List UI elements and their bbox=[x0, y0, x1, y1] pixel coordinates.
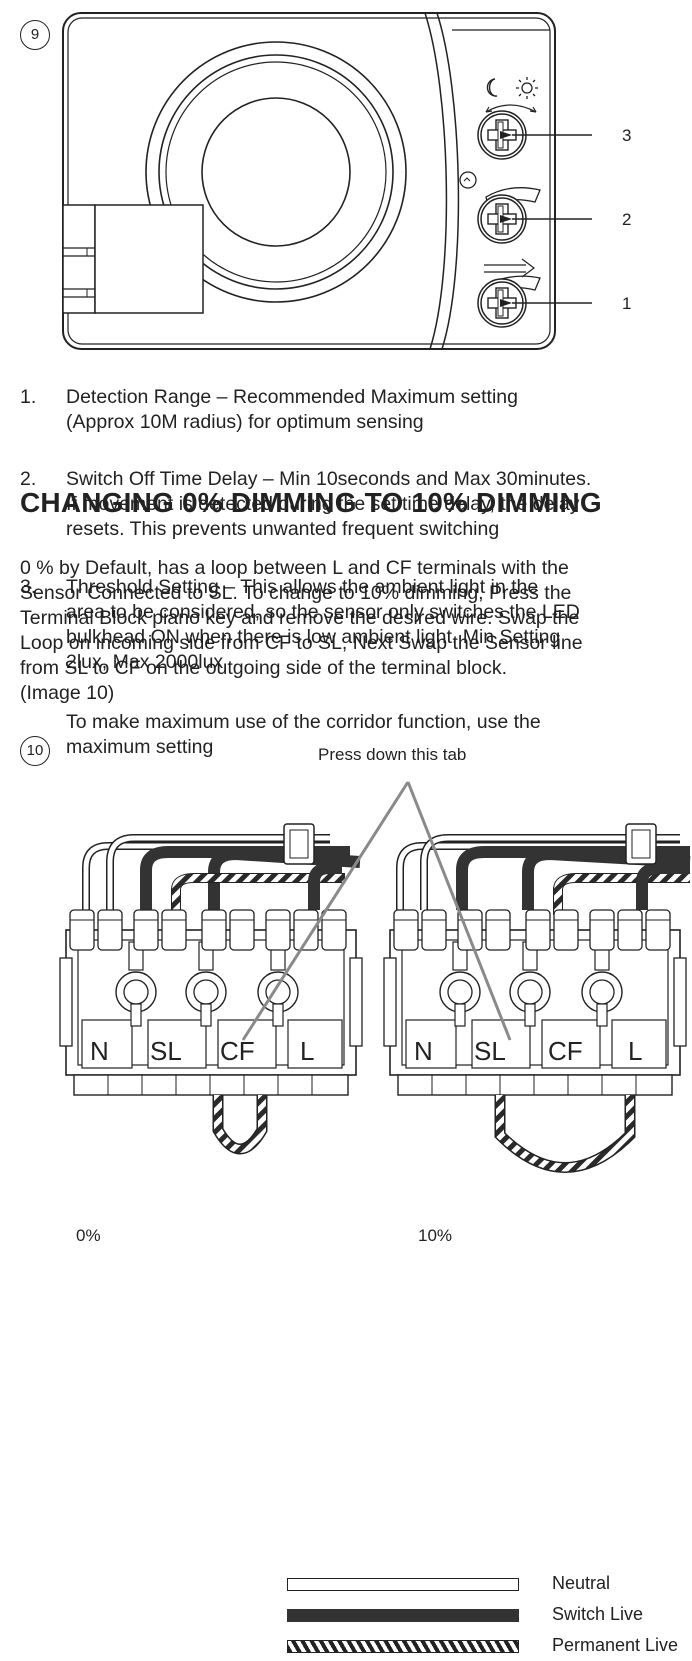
paragraph-line: Sensor Connected to SL. To change to 10%… bbox=[20, 582, 572, 604]
terminal-label-cf: CF bbox=[548, 1036, 583, 1066]
section-heading: CHANGING 0% DIMMING TO 10% DIMMING bbox=[20, 487, 602, 518]
terminal-label-sl: SL bbox=[474, 1036, 506, 1066]
terminal-label-n: N bbox=[90, 1036, 109, 1066]
terminal-block-10-percent bbox=[384, 910, 686, 1095]
list-item-line: resets. This prevents unwanted frequent … bbox=[66, 518, 500, 540]
legend-label-neutral: Neutral bbox=[552, 1573, 611, 1593]
paragraph-line: from SL to CF on the outgoing side of th… bbox=[20, 657, 508, 679]
terminal-label-n: N bbox=[414, 1036, 433, 1066]
paragraph-line: (Image 10) bbox=[20, 682, 115, 704]
paragraph-line: Loop on incoming side from CF to SL, Nex… bbox=[20, 632, 583, 654]
list-item-line: (Approx 10M radius) for optimum sensing bbox=[66, 411, 424, 433]
terminal-label-l: L bbox=[300, 1036, 314, 1066]
caption-0-percent: 0% bbox=[76, 1226, 101, 1245]
wiring-0-percent bbox=[82, 823, 361, 915]
loop-0-percent bbox=[212, 1095, 268, 1155]
paragraph-line: Terminal Block piano key and remove the … bbox=[20, 607, 580, 629]
sensor-diagram: 3 2 1 bbox=[62, 12, 631, 350]
note-line: To make maximum use of the corridor func… bbox=[66, 711, 541, 733]
terminal-block-diagram: N SL CF L N SL CF L bbox=[0, 781, 691, 1173]
list-item-number: 1. bbox=[20, 386, 37, 408]
dimming-paragraph: 0 % by Default, has a loop between L and… bbox=[20, 556, 692, 706]
terminal-label-l: L bbox=[628, 1036, 642, 1066]
list-item-line: Detection Range – Recommended Maximum se… bbox=[66, 386, 518, 408]
neutral-swatch bbox=[287, 1578, 519, 1591]
callout-3: 3 bbox=[622, 126, 631, 145]
terminal-label-cf: CF bbox=[220, 1036, 255, 1066]
callout-2: 2 bbox=[622, 210, 631, 229]
terminal-label-sl: SL bbox=[150, 1036, 182, 1066]
legend-label-permanent-live: Permanent Live bbox=[552, 1635, 679, 1655]
switch-live-swatch bbox=[287, 1609, 519, 1622]
legend-label-switch-live: Switch Live bbox=[552, 1604, 644, 1624]
caption-10-percent: 10% bbox=[418, 1226, 453, 1245]
paragraph-line: 0 % by Default, has a loop between L and… bbox=[20, 557, 569, 579]
callout-1: 1 bbox=[622, 294, 631, 313]
loop-10-percent bbox=[494, 1095, 636, 1173]
permanent-live-swatch bbox=[287, 1640, 519, 1653]
terminal-block-0-percent bbox=[60, 910, 362, 1095]
